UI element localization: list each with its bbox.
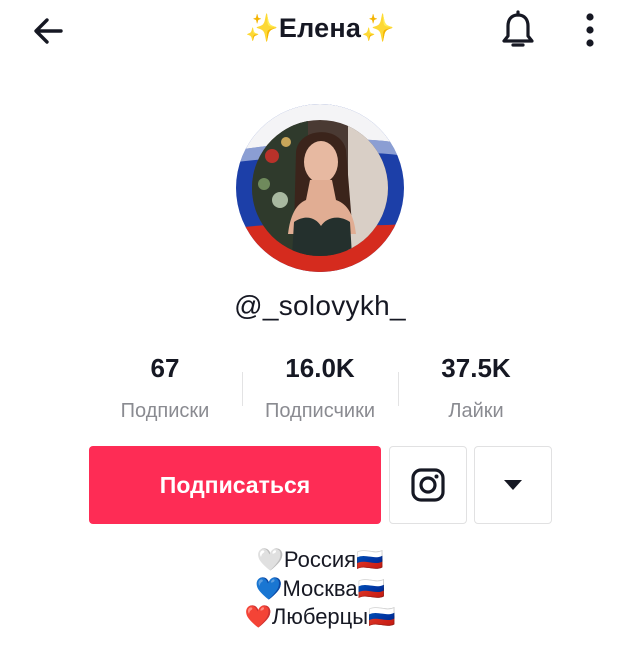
top-bar: ✨Елена✨ xyxy=(0,0,640,64)
follow-button[interactable]: Подписаться xyxy=(89,446,381,524)
more-vertical-icon xyxy=(586,13,594,47)
avatar[interactable] xyxy=(236,104,404,272)
stat-followers[interactable]: 16.0K Подписчики xyxy=(240,350,400,430)
profile-bio: 🤍Россия🇷🇺 💙Москва🇷🇺 ❤️Люберцы🇷🇺 xyxy=(0,546,640,632)
username: @_solovykh_ xyxy=(234,290,406,321)
suggested-accounts-button[interactable] xyxy=(474,446,552,524)
following-label: Подписки xyxy=(120,400,210,422)
bio-line: ❤️Люберцы🇷🇺 xyxy=(244,604,396,629)
followers-count: 16.0K xyxy=(285,353,355,383)
profile-stats: 67 Подписки 16.0K Подписчики 37.5K Лайки xyxy=(0,350,640,430)
stat-likes[interactable]: 37.5K Лайки xyxy=(396,350,556,430)
avatar-image xyxy=(236,104,404,272)
notifications-button[interactable] xyxy=(496,8,540,52)
stat-following[interactable]: 67 Подписки xyxy=(85,350,245,430)
profile-title: ✨Елена✨ xyxy=(245,13,395,43)
triangle-down-icon xyxy=(504,480,522,490)
more-options-button[interactable] xyxy=(570,8,610,52)
instagram-icon xyxy=(411,468,445,502)
instagram-button[interactable] xyxy=(389,446,467,524)
followers-label: Подписчики xyxy=(264,400,376,422)
following-count: 67 xyxy=(150,353,180,383)
likes-label: Лайки xyxy=(448,400,504,422)
bell-icon xyxy=(502,10,534,47)
likes-count: 37.5K xyxy=(441,353,511,383)
bio-line: 💙Москва🇷🇺 xyxy=(255,575,385,601)
bio-line: 🤍Россия🇷🇺 xyxy=(256,547,384,572)
